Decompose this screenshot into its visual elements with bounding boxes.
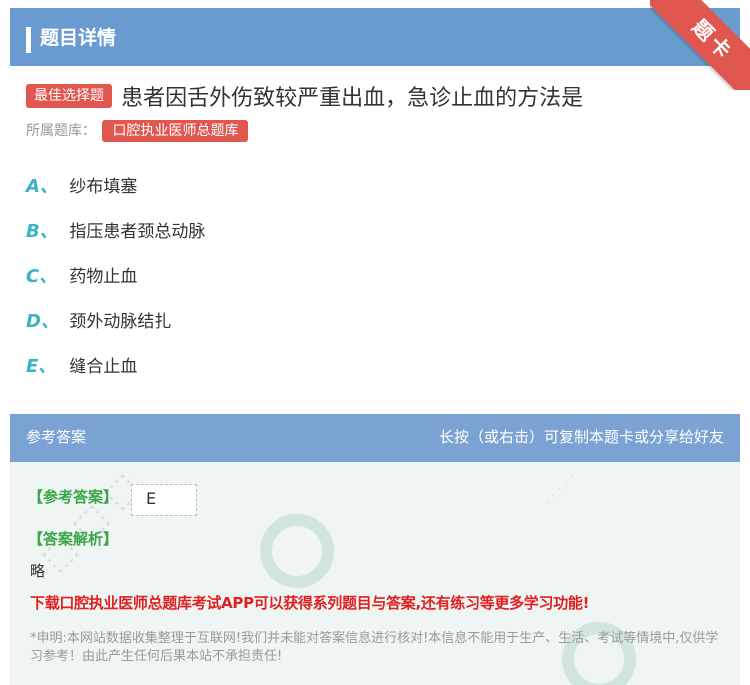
option-text: 缝合止血: [69, 357, 138, 377]
watermark-logo-icon: [260, 514, 334, 588]
option-c[interactable]: C、 药物止血: [26, 262, 205, 307]
question-line: 最佳选择题 患者因舌外伤致较严重出血，急诊止血的方法是: [26, 80, 726, 112]
question-text: 患者因舌外伤致较严重出血，急诊止血的方法是: [121, 86, 584, 111]
share-hint: 长按（或右击）可复制本题卡或分享给好友: [438, 428, 724, 446]
option-b[interactable]: B、 指压患者颈总动脉: [26, 217, 205, 262]
bank-tag[interactable]: 口腔执业医师总题库: [102, 120, 249, 142]
answer-header: 参考答案 长按（或右击）可复制本题卡或分享给好友: [10, 414, 740, 462]
analysis-text: 略: [30, 562, 46, 580]
question-bank-row: 所属题库： 口腔执业医师总题库: [26, 120, 249, 142]
page-title: 题目详情: [40, 27, 117, 49]
option-e[interactable]: E、 缝合止血: [26, 352, 205, 397]
answer-header-title: 参考答案: [26, 428, 87, 446]
analysis-label: 【答案解析】: [28, 530, 119, 548]
option-letter: C、: [26, 266, 58, 287]
option-text: 纱布填塞: [69, 177, 138, 197]
option-letter: E、: [26, 356, 57, 377]
disclaimer-text: *申明:本网站数据收集整理于互联网!我们并未能对答案信息进行核对!本信息不能用于…: [30, 631, 719, 664]
option-letter: D、: [26, 311, 59, 332]
answer-body: ⬚ ⬚ ⬚ · · · · · 【参考答案】 E 【答案解析】 略 下载口腔执业…: [10, 462, 740, 685]
question-type-badge: 最佳选择题: [26, 84, 112, 108]
option-text: 颈外动脉结扎: [69, 312, 172, 332]
answer-label: 【参考答案】: [28, 488, 119, 506]
option-d[interactable]: D、 颈外动脉结扎: [26, 307, 205, 352]
options-list: A、 纱布填塞 B、 指压患者颈总动脉 C、 药物止血 D、 颈外动脉结扎 E、…: [26, 172, 205, 397]
watermark-icon: · · · · ·: [540, 470, 580, 510]
watermark-icon: ⬚ ⬚ ⬚: [33, 465, 147, 579]
ribbon-corner: 题卡: [650, 0, 750, 90]
header-accent-bar: [26, 27, 31, 53]
option-letter: A、: [26, 176, 58, 197]
option-text: 指压患者颈总动脉: [69, 222, 206, 242]
card-ribbon: 题卡: [650, 0, 750, 90]
option-letter: B、: [26, 221, 58, 242]
option-text: 药物止血: [69, 267, 138, 287]
download-promo-link[interactable]: 下载口腔执业医师总题库考试APP可以获得系列题目与答案,还有练习等更多学习功能!: [30, 592, 589, 613]
bank-label: 所属题库：: [26, 123, 96, 139]
option-a[interactable]: A、 纱布填塞: [26, 172, 205, 217]
answer-value: E: [131, 484, 197, 516]
detail-header: 题目详情: [10, 8, 740, 66]
